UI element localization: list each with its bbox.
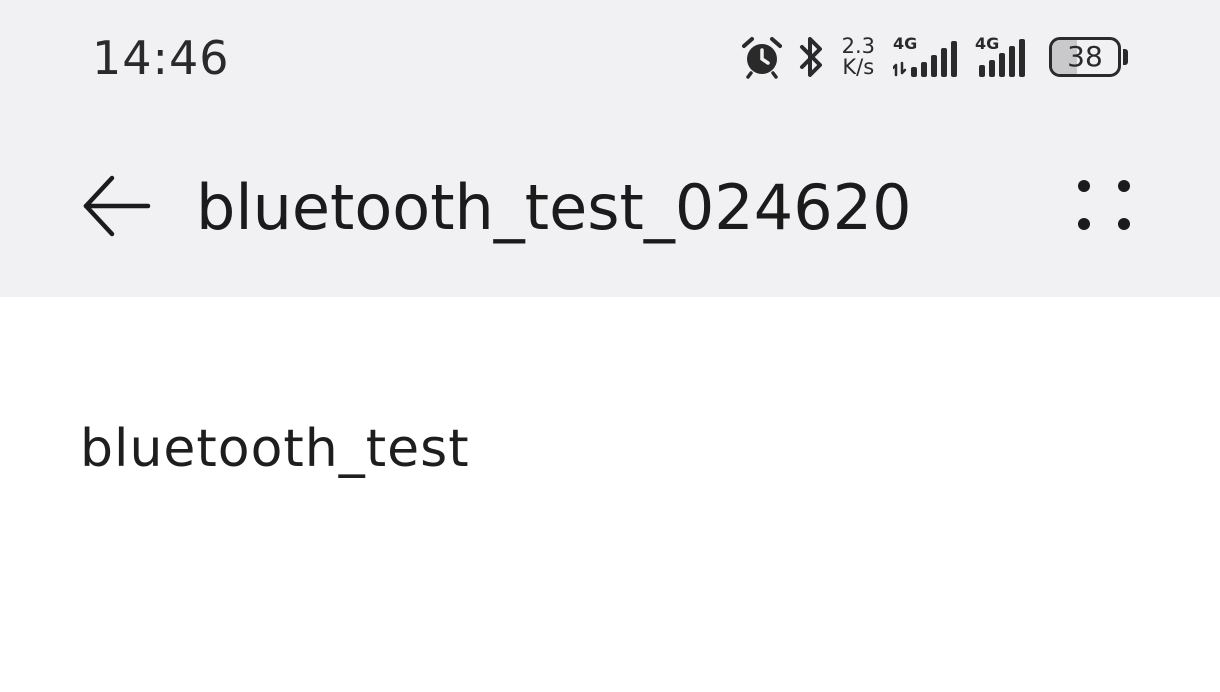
content-area: bluetooth_test [0,297,1220,692]
status-bar: 14:46 2.3 K/s 4G 4G 38 [0,0,1220,112]
app-bar: bluetooth_test_024620 [0,112,1220,297]
content-text: bluetooth_test [80,419,470,479]
sim1-signal-icon: 4G [893,35,963,79]
bluetooth-icon [799,37,822,77]
sim2-signal-icon: 4G [975,35,1033,79]
signal-bars-icon [979,39,1025,77]
battery-tip [1123,49,1128,65]
battery-icon: 38 [1049,37,1121,77]
battery-level: 38 [1067,40,1103,73]
back-button[interactable] [78,168,158,244]
alarm-icon [741,37,782,79]
network-speed: 2.3 K/s [842,36,875,78]
page-title: bluetooth_test_024620 [196,171,912,244]
status-icons: 2.3 K/s 4G 4G 38 [740,30,1128,84]
network-speed-value: 2.3 [841,34,875,58]
screen: 14:46 2.3 K/s 4G 4G 38 bluetooth_test_02… [0,0,1220,692]
more-dots-icon [1078,180,1130,230]
more-options-button[interactable] [1064,172,1144,242]
network-speed-unit: K/s [842,55,875,79]
back-arrow-icon [83,175,151,237]
data-activity-icon [893,41,957,77]
status-time: 14:46 [92,31,230,85]
